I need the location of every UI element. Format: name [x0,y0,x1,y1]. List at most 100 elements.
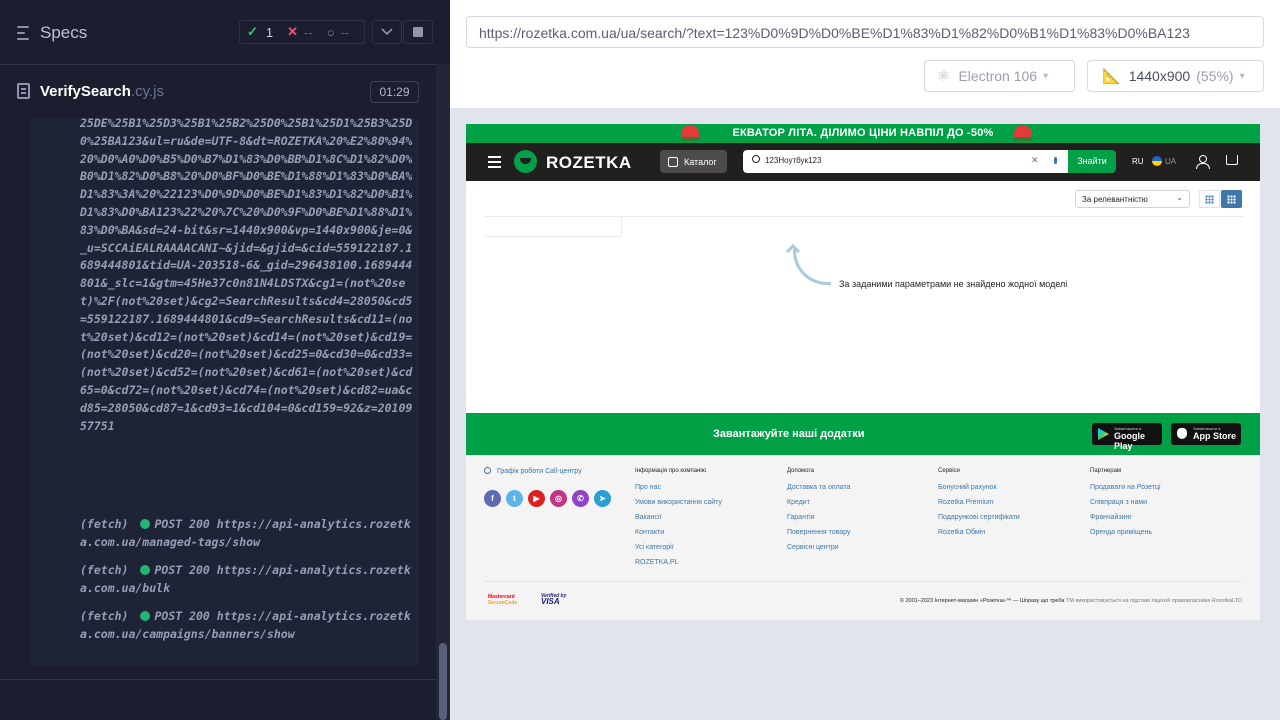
microphone-icon[interactable] [1054,157,1057,164]
footer-link[interactable]: Про нас [635,480,785,495]
browser-name: Electron 106 [958,68,1038,84]
footer-column-help: Допомога Доставка та оплата Кредит Гаран… [787,468,937,555]
footer-link[interactable]: Франчайзинг [1090,510,1240,525]
fetch-status: POST 200 [154,609,210,623]
runner-panel: Specs ✓ 1 ✕ -- ○ -- VerifySearch.cy.js 0… [0,0,450,720]
visa-text: VISA [541,597,560,606]
footer-link[interactable]: Контакти [635,525,785,540]
request-url-log[interactable]: 25DE%25B1%25D3%25B1%25B2%25D0%25B1%25D1%… [80,118,416,435]
promo-banner[interactable]: ЕКВАТОР ЛІТА. ДІЛИМО ЦІНИ НАВПІЛ ДО -50% [466,124,1260,143]
fetch-url: https://api-analytics.rozetka.com.ua/cam… [80,609,411,641]
specs-title[interactable]: Specs [40,23,87,43]
store-name: App Store [1193,431,1237,441]
ukraine-flag-icon [1152,156,1162,166]
trademark-text: ТМ використовується на підставі ліцензії… [1066,598,1242,604]
call-center-schedule-link[interactable]: Графік роботи Call-центру [484,467,582,475]
search-submit-button[interactable]: Знайти [1068,150,1116,173]
cart-icon[interactable] [1226,155,1238,165]
status-dot-icon [140,519,151,529]
chevron-down-icon: ▾ [1239,70,1245,82]
stop-button[interactable] [403,20,433,44]
footer-link[interactable]: Rozetka Premium [938,495,1088,510]
tiles-icon [1227,195,1236,204]
site-logo[interactable]: ROZETKA [546,153,632,173]
lang-ru[interactable]: RU [1132,157,1144,166]
fetch-log-entry[interactable]: (fetch) POST 200 https://api-analytics.ro… [80,608,416,644]
search-input[interactable]: 123Ноутбук123 [765,156,821,165]
footer-link[interactable]: Умови використання сайту [635,495,785,510]
rozetka-logo-icon[interactable] [514,150,537,173]
footer-column-title: Інформація про компанію [635,468,707,474]
twitter-icon[interactable]: t [506,490,523,507]
browser-selector[interactable]: ⚛ Electron 106 ▾ [924,60,1075,92]
failed-stat: ✕ -- [280,24,320,40]
footer-link[interactable]: Бонусний рахунок [938,480,1088,495]
footer-column-title: Допомога [787,468,814,474]
test-stats: ✓ 1 ✕ -- ○ -- [239,20,365,44]
divider [484,236,622,237]
aut-url-bar[interactable]: https://rozetka.com.ua/ua/search/?text=1… [466,16,1264,48]
footer-link[interactable]: Rozetka Обмін [938,525,1088,540]
apple-icon [1177,428,1187,439]
viber-icon[interactable]: ✆ [572,490,589,507]
chevron-down-icon: ▾ [1043,70,1049,82]
catalog-button[interactable]: Каталог [660,150,727,173]
menu-icon[interactable] [488,156,501,171]
telegram-icon[interactable]: ➤ [594,490,611,507]
command-log[interactable]: 25DE%25B1%25D3%25B1%25B2%25D0%25B1%25D1%… [30,118,419,666]
view-small-tiles-button[interactable] [1221,190,1242,208]
footer-link[interactable]: Співпраця з нами [1090,495,1240,510]
google-play-button[interactable]: Завантажити в Google Play [1092,423,1162,451]
facebook-icon[interactable]: f [484,490,501,507]
log-scrollbar-thumb[interactable] [439,643,447,720]
footer-link[interactable]: ROZETKA.PL [635,555,785,570]
fetch-log-entry[interactable]: (fetch) POST 200 https://api-analytics.ro… [80,516,416,552]
lang-ua[interactable]: UA [1165,157,1176,166]
log-scrollbar-track[interactable] [436,64,450,720]
viewport-scale: (55%) [1196,68,1234,84]
footer-link[interactable]: Гарантія [787,510,937,525]
file-icon [17,83,30,99]
specs-list-icon[interactable] [17,26,33,40]
footer-link[interactable]: Оренда приміщень [1090,525,1240,540]
footer-link[interactable]: Повернення товару [787,525,937,540]
footer-link[interactable]: Продавати на Розетці [1090,480,1240,495]
spec-name-text: VerifySearch [40,83,131,100]
youtube-icon[interactable]: ▶ [528,490,545,507]
sort-select[interactable]: За релевантністю ⌄ [1075,190,1190,208]
footer-link[interactable]: Усі категорії [635,540,785,555]
viewport-size: 1440x900 [1128,68,1191,84]
footer-link[interactable]: Подарункові сертифікати [938,510,1088,525]
spec-row[interactable]: VerifySearch.cy.js 01:29 [0,72,436,112]
pending-count: -- [340,24,350,40]
options-dropdown-button[interactable] [372,20,402,44]
footer-column-title: Партнерам [1090,468,1122,474]
viewport-info[interactable]: 📐 1440x900 (55%) ▾ [1087,60,1264,92]
user-icon[interactable] [1196,155,1210,169]
footer-link[interactable]: Доставка та оплата [787,480,937,495]
securecode-text: SecureCode [488,600,518,606]
fetch-status: POST 200 [154,563,210,577]
app-store-button[interactable]: Завантажити в App Store [1171,423,1241,445]
clear-icon[interactable]: ✕ [1031,155,1039,166]
footer-column-partners: Партнерам Продавати на Розетці Співпраця… [1090,468,1240,540]
pending-icon: ○ [326,24,335,40]
cross-icon: ✕ [287,24,299,39]
google-play-icon [1098,428,1109,440]
footer-link[interactable]: Кредит [787,495,937,510]
fetch-log-entry[interactable]: (fetch) POST 200 https://api-analytics.ro… [80,562,416,598]
sort-value: За релевантністю [1082,195,1148,204]
view-large-tiles-button[interactable] [1199,190,1220,208]
footer-column-services: Сервіси Бонусний рахунок Rozetka Premium… [938,468,1088,540]
app: Specs ✓ 1 ✕ -- ○ -- VerifySearch.cy.js 0… [0,0,1280,720]
footer-link[interactable]: Сервісні центри [787,540,937,555]
copyright-text: © 2001–2023 Інтернет-магазин «Розетка»™ … [899,598,1065,604]
check-icon: ✓ [247,24,258,39]
fetch-url: https://api-analytics.rozetka.com.ua/bul… [80,563,411,595]
footer-link[interactable]: Вакансії [635,510,785,525]
fetch-tag: (fetch) [80,563,129,577]
instagram-icon[interactable]: ◎ [550,490,567,507]
divider [621,217,622,236]
site-search: 123Ноутбук123 ✕ Знайти [743,150,1116,173]
copyright: © 2001–2023 Інтернет-магазин «Розетка»™ … [900,598,1242,604]
